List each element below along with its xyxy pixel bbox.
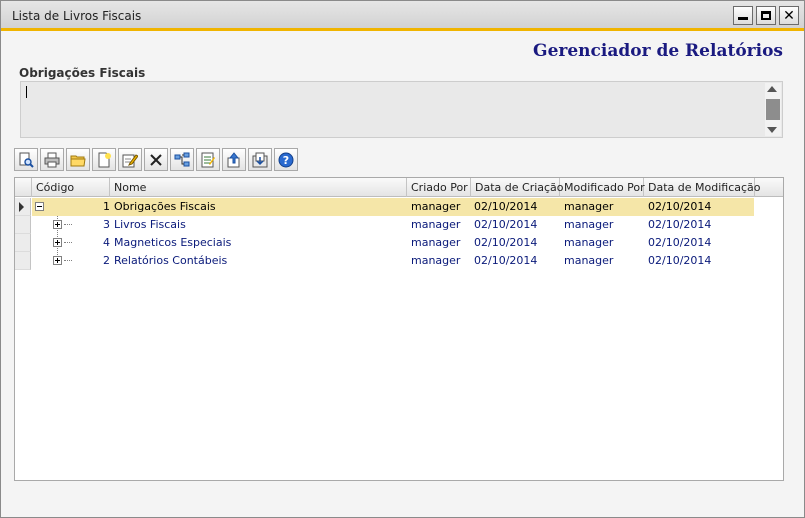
cell-created-by: manager: [411, 236, 461, 249]
scroll-down-icon[interactable]: [767, 127, 777, 133]
close-button[interactable]: ✕: [779, 6, 799, 25]
cell-created-by: manager: [411, 200, 461, 213]
cell-code: 4: [103, 236, 110, 249]
new-document-button[interactable]: [92, 148, 116, 171]
edit-button[interactable]: [118, 148, 142, 171]
row-header[interactable]: [15, 216, 31, 234]
column-header-name[interactable]: Nome: [110, 178, 407, 197]
report-grid: Código Nome Criado Por Data de Criação M…: [14, 177, 784, 481]
new-document-icon: [98, 152, 111, 167]
preview-button[interactable]: [14, 148, 38, 171]
text-caret: [26, 86, 27, 98]
minimize-icon: [738, 17, 748, 20]
column-header-code[interactable]: Código: [32, 178, 110, 197]
print-button[interactable]: [40, 148, 64, 171]
table-row[interactable]: 4 Magneticos Especiais manager 02/10/201…: [32, 234, 754, 252]
title-bar[interactable]: Lista de Livros Fiscais ✕: [1, 1, 804, 31]
cell-created-on: 02/10/2014: [474, 254, 538, 267]
cell-name: Obrigações Fiscais: [114, 200, 216, 213]
cell-code: 3: [103, 218, 110, 231]
cell-modified-on: 02/10/2014: [648, 200, 712, 213]
svg-text:?: ?: [283, 154, 289, 167]
preview-icon: [19, 152, 34, 168]
report-manager-window: Lista de Livros Fiscais ✕ Gerenciador de…: [0, 0, 805, 518]
row-header[interactable]: [15, 252, 31, 270]
page-title: Gerenciador de Relatórios: [533, 41, 783, 61]
scroll-up-icon[interactable]: [767, 86, 777, 92]
properties-button[interactable]: [196, 148, 220, 171]
cell-created-by: manager: [411, 218, 461, 231]
grid-header: Código Nome Criado Por Data de Criação M…: [15, 178, 783, 197]
table-row[interactable]: 3 Livros Fiscais manager 02/10/2014 mana…: [32, 216, 754, 234]
export-icon: [227, 151, 240, 167]
properties-icon: [201, 152, 215, 167]
help-button[interactable]: ?: [274, 148, 298, 171]
import-icon: [252, 152, 268, 167]
cell-modified-by: manager: [564, 236, 614, 249]
table-row[interactable]: 2 Relatórios Contábeis manager 02/10/201…: [32, 252, 754, 270]
open-folder-icon: [70, 155, 86, 166]
cell-name: Magneticos Especiais: [114, 236, 232, 249]
column-header-modified-by[interactable]: Modificado Por: [560, 178, 645, 197]
cell-modified-by: manager: [564, 200, 614, 213]
cell-modified-on: 02/10/2014: [648, 236, 712, 249]
cell-created-by: manager: [411, 254, 461, 267]
cell-code: 2: [103, 254, 110, 267]
help-icon: ?: [278, 152, 294, 167]
maximize-icon: [761, 11, 771, 20]
toolbar: ?: [14, 148, 298, 172]
cell-name: Relatórios Contábeis: [114, 254, 228, 267]
cell-code: 1: [103, 200, 110, 213]
hierarchy-button[interactable]: [170, 148, 194, 171]
cell-modified-on: 02/10/2014: [648, 218, 712, 231]
description-field[interactable]: [20, 81, 783, 138]
table-row[interactable]: 1 Obrigações Fiscais manager 02/10/2014 …: [32, 198, 754, 216]
description-label: Obrigações Fiscais: [19, 66, 146, 80]
current-row-icon: [19, 202, 24, 212]
cell-name: Livros Fiscais: [114, 218, 186, 231]
column-header-modified-on[interactable]: Data de Modificação: [644, 178, 761, 197]
print-icon: [44, 152, 60, 167]
import-button[interactable]: [248, 148, 272, 171]
scroll-thumb[interactable]: [766, 99, 780, 120]
cell-created-on: 02/10/2014: [474, 218, 538, 231]
delete-icon: [150, 153, 162, 166]
row-header-corner: [15, 178, 32, 197]
description-scrollbar[interactable]: [765, 83, 781, 136]
close-icon: ✕: [783, 7, 795, 24]
cell-modified-by: manager: [564, 254, 614, 267]
row-header[interactable]: [15, 234, 31, 252]
minimize-button[interactable]: [733, 6, 753, 25]
cell-modified-by: manager: [564, 218, 614, 231]
open-folder-button[interactable]: [66, 148, 90, 171]
hierarchy-icon: [174, 152, 190, 166]
window-title: Lista de Livros Fiscais: [12, 9, 142, 23]
cell-created-on: 02/10/2014: [474, 200, 538, 213]
column-header-created-on[interactable]: Data de Criação: [471, 178, 564, 197]
column-header-created-by[interactable]: Criado Por: [407, 178, 471, 197]
row-header[interactable]: [15, 198, 31, 216]
maximize-button[interactable]: [756, 6, 776, 25]
edit-icon: [122, 153, 138, 167]
export-button[interactable]: [222, 148, 246, 171]
delete-button[interactable]: [144, 148, 168, 171]
cell-modified-on: 02/10/2014: [648, 254, 712, 267]
cell-created-on: 02/10/2014: [474, 236, 538, 249]
